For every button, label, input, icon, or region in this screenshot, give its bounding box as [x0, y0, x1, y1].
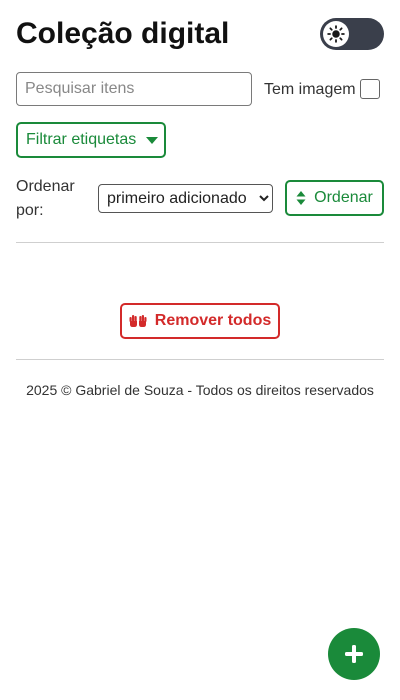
- page-title: Coleção digital: [16, 17, 230, 50]
- divider-top: [16, 242, 384, 243]
- hands-icon: [129, 315, 147, 327]
- toggle-knob: [323, 21, 349, 47]
- sun-icon: [327, 25, 345, 43]
- divider-bottom: [16, 359, 384, 360]
- theme-toggle[interactable]: [320, 18, 384, 50]
- has-image-label: Tem imagem: [264, 81, 356, 98]
- caret-down-icon: [146, 136, 159, 144]
- page: Coleção digital Tem imagem Filtrar e: [0, 0, 400, 700]
- plus-icon: [345, 645, 363, 663]
- has-image-checkbox[interactable]: [360, 79, 380, 99]
- sort-select[interactable]: primeiro adicionado: [98, 184, 273, 213]
- filter-tags-label: Filtrar etiquetas: [26, 131, 137, 148]
- filter-tags-button[interactable]: Filtrar etiquetas: [16, 122, 166, 158]
- remove-all-label: Remover todos: [154, 312, 272, 329]
- sort-button[interactable]: Ordenar: [285, 180, 384, 216]
- sort-icon: [296, 191, 306, 205]
- footer-copyright: 2025 © Gabriel de Souza - Todos os direi…: [26, 382, 374, 398]
- search-input[interactable]: [16, 72, 252, 106]
- add-item-button[interactable]: [328, 628, 380, 680]
- sort-button-label: Ordenar: [314, 189, 373, 206]
- sort-label: Ordenar por:: [16, 178, 75, 219]
- remove-all-button[interactable]: Remover todos: [120, 303, 280, 339]
